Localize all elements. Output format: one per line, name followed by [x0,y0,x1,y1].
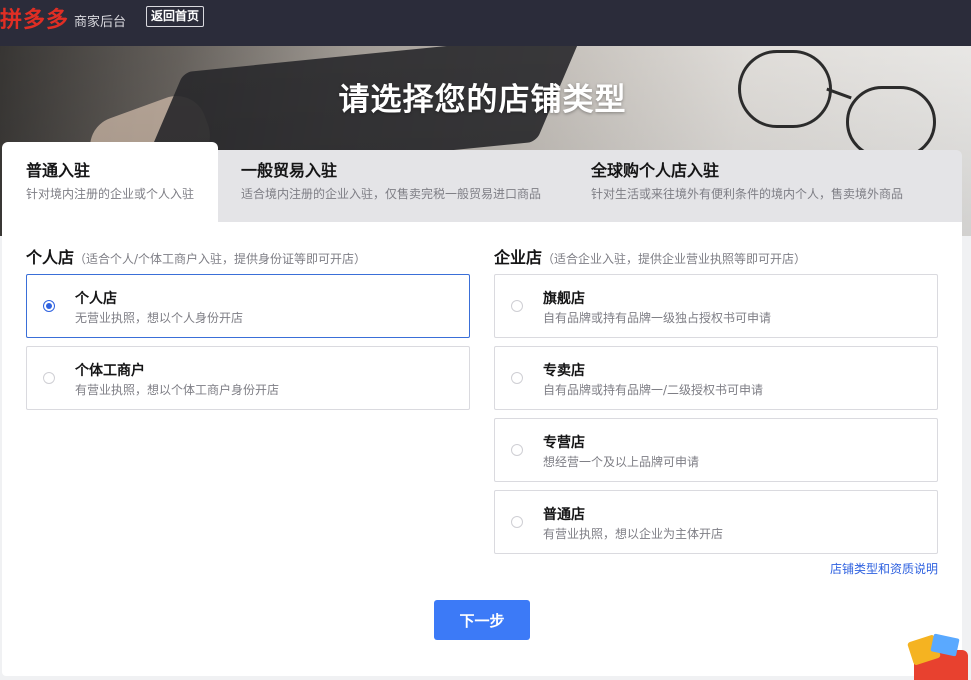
store-type-help-link[interactable]: 店铺类型和资质说明 [830,560,938,577]
tab-description: 针对生活或来往境外有便利条件的境内个人，售卖境外商品 [591,187,904,201]
entry-type-tabs: 普通入驻 针对境内注册的企业或个人入驻 一般贸易入驻 适合境内注册的企业入驻，仅… [2,142,962,222]
merchant-backend-label: 商家后台 [74,15,127,30]
option-specialty-store[interactable]: 专营店 想经营一个及以上品牌可申请 [494,418,938,482]
radio-button[interactable] [511,372,523,384]
tab-description: 适合境内注册的企业入驻，仅售卖完税一般贸易进口商品 [241,187,542,201]
radio-button[interactable] [511,300,523,312]
option-description: 有营业执照，想以个体工商户身份开店 [75,383,280,397]
option-description: 无营业执照，想以个人身份开店 [75,311,244,325]
tab-title: 普通入驻 [26,161,91,180]
personal-store-section-title: 个人店（适合个人/个体工商户入驻，提供身份证等即可开店） [26,244,366,268]
tab-description: 针对境内注册的企业或个人入驻 [26,187,195,201]
option-description: 自有品牌或持有品牌一/二级授权书可申请 [543,383,764,397]
tab-general-trade-entry[interactable]: 一般贸易入驻 适合境内注册的企业入驻，仅售卖完税一般贸易进口商品 [241,150,541,222]
option-individual-business[interactable]: 个体工商户 有营业执照，想以个体工商户身份开店 [26,346,470,410]
option-name: 普通店 [543,507,585,523]
company-store-section-title: 企业店（适合企业入驻，提供企业营业执照等即可开店） [494,244,806,268]
option-description: 自有品牌或持有品牌一级独占授权书可申请 [543,311,772,325]
store-type-card: 普通入驻 针对境内注册的企业或个人入驻 一般贸易入驻 适合境内注册的企业入驻，仅… [2,142,962,676]
option-description: 有营业执照，想以企业为主体开店 [543,527,724,541]
pinduoduo-logo[interactable]: 拼多多 [0,2,69,34]
option-description: 想经营一个及以上品牌可申请 [543,455,700,469]
tab-title: 全球购个人店入驻 [591,161,720,180]
radio-button[interactable] [511,444,523,456]
section-heading: 企业店 [494,248,543,267]
section-hint: （适合企业入驻，提供企业营业执照等即可开店） [542,252,807,266]
section-hint: （适合个人/个体工商户入驻，提供身份证等即可开店） [74,252,367,266]
tab-title: 一般贸易入驻 [241,161,338,180]
tab-global-personal-entry[interactable]: 全球购个人店入驻 针对生活或来往境外有便利条件的境内个人，售卖境外商品 [591,150,903,222]
option-personal-store[interactable]: 个人店 无营业执照，想以个人身份开店 [26,274,470,338]
option-name: 个人店 [75,291,117,307]
section-heading: 个人店 [26,248,75,267]
option-name: 专营店 [543,435,585,451]
top-navigation-bar: 拼多多 商家后台 返回首页 [0,0,971,46]
back-to-home-button[interactable]: 返回首页 [146,6,205,27]
option-regular-store[interactable]: 普通店 有营业执照，想以企业为主体开店 [494,490,938,554]
radio-button-checked[interactable] [43,300,55,312]
next-step-button[interactable]: 下一步 [434,600,530,640]
page-title: 请选择您的店铺类型 [338,82,627,118]
radio-button[interactable] [43,372,55,384]
option-flagship-store[interactable]: 旗舰店 自有品牌或持有品牌一级独占授权书可申请 [494,274,938,338]
gift-icon[interactable] [906,633,971,680]
option-name: 旗舰店 [543,291,585,307]
store-options-panel: 个人店（适合个人/个体工商户入驻，提供身份证等即可开店） 企业店（适合企业入驻，… [2,222,962,676]
option-exclusive-store[interactable]: 专卖店 自有品牌或持有品牌一/二级授权书可申请 [494,346,938,410]
radio-button[interactable] [511,516,523,528]
tab-standard-entry[interactable]: 普通入驻 针对境内注册的企业或个人入驻 [2,142,218,222]
option-name: 个体工商户 [75,363,145,379]
option-name: 专卖店 [543,363,585,379]
